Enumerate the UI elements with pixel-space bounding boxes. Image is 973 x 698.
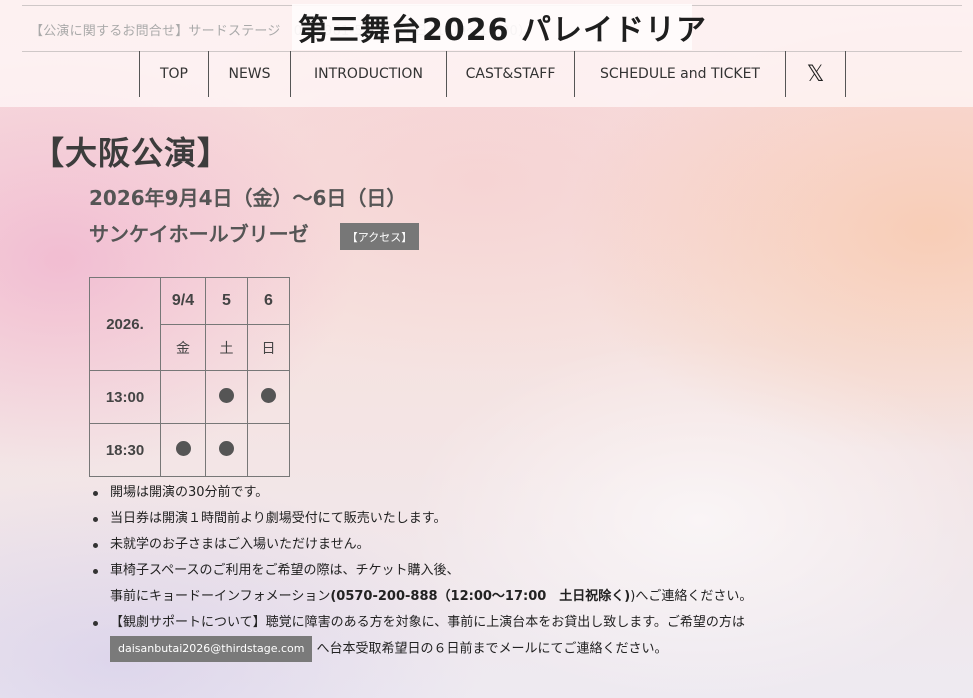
- slot-1-0: [160, 423, 206, 477]
- wheelchair-contact-phone: (0570-200-888（12:00〜17:00 土日祝除く): [330, 589, 631, 604]
- note-opening: 開場は開演の30分前です。: [92, 480, 952, 506]
- venue-title: 【大阪公演】: [32, 134, 231, 172]
- notes-list: 開場は開演の30分前です。 当日券は開演１時間前より劇場受付にて販売いたします。…: [92, 480, 952, 663]
- slot-0-0: [160, 370, 206, 424]
- nav-top[interactable]: TOP: [139, 51, 208, 97]
- date-cell-0: 9/4: [160, 277, 206, 325]
- note-viewing-support-email: daisanbutai2026@thirdstage.com へ台本受取希望日の６…: [92, 636, 952, 663]
- weekday-cell-2: 日: [247, 324, 290, 371]
- time-cell-1: 18:30: [89, 423, 161, 477]
- schedule-table: 2026. 9/4 5 6 金 土 日 13:00 18:30: [89, 277, 290, 477]
- performance-dates: 2026年9月4日（金）〜6日（日）: [89, 186, 407, 210]
- wheelchair-contact-pre: 事前にキョードーインフォメーション: [110, 589, 331, 604]
- performance-dot: [219, 440, 234, 456]
- note-preschool: 未就学のお子さまはご入場いただけません。: [92, 532, 952, 558]
- nav-schedule-ticket[interactable]: SCHEDULE and TICKET: [574, 51, 785, 97]
- venue-hall-name: サンケイホールブリーゼ: [89, 222, 309, 246]
- access-button[interactable]: 【アクセス】: [340, 223, 419, 250]
- performance-dot: [261, 387, 276, 403]
- main-nav: TOP NEWS INTRODUCTION CAST&STAFF SCHEDUL…: [139, 51, 846, 97]
- support-email-post: へ台本受取希望日の６日前までメールにてご連絡ください。: [316, 641, 668, 657]
- performance-dot: [175, 440, 191, 456]
- note-same-day-ticket: 当日券は開演１時間前より劇場受付にて販売いたします。: [92, 506, 952, 532]
- schedule-row-1: 18:30: [89, 423, 290, 477]
- weekday-cell-0: 金: [160, 324, 206, 371]
- date-cell-1: 5: [205, 277, 248, 325]
- slot-0-2: [247, 370, 290, 424]
- site-logo[interactable]: 第三舞台2026 パレイドリア: [292, 4, 706, 50]
- wheelchair-contact-post: )へご連絡ください。: [630, 589, 753, 604]
- slot-1-1: [205, 423, 248, 477]
- note-wheelchair: 車椅子スペースのご利用をご希望の際は、チケット購入後、: [92, 558, 952, 584]
- date-cell-2: 6: [247, 277, 290, 325]
- schedule-date-row: 2026. 9/4 5 6: [89, 277, 290, 371]
- slot-1-2: [247, 423, 290, 477]
- nav-introduction[interactable]: INTRODUCTION: [290, 51, 446, 97]
- x-icon[interactable]: 𝕏: [785, 51, 846, 97]
- site-header: 【公演に関するお問合せ】サードステージ 03-5961-5200（平日11:00…: [0, 0, 973, 107]
- nav-news[interactable]: NEWS: [208, 51, 290, 97]
- time-cell-0: 13:00: [89, 370, 161, 424]
- slot-0-1: [205, 370, 248, 424]
- support-email-link[interactable]: daisanbutai2026@thirdstage.com: [110, 636, 313, 662]
- schedule-row-0: 13:00: [89, 370, 290, 424]
- note-wheelchair-contact: 事前にキョードーインフォメーション(0570-200-888（12:00〜17:…: [92, 584, 952, 610]
- note-viewing-support: 【観劇サポートについて】聴覚に障害のある方を対象に、事前に上演台本をお貸出し致し…: [92, 610, 952, 636]
- performance-dot: [219, 387, 234, 403]
- weekday-cell-1: 土: [205, 324, 248, 371]
- nav-cast-staff[interactable]: CAST&STAFF: [446, 51, 574, 97]
- year-cell: 2026.: [89, 277, 161, 371]
